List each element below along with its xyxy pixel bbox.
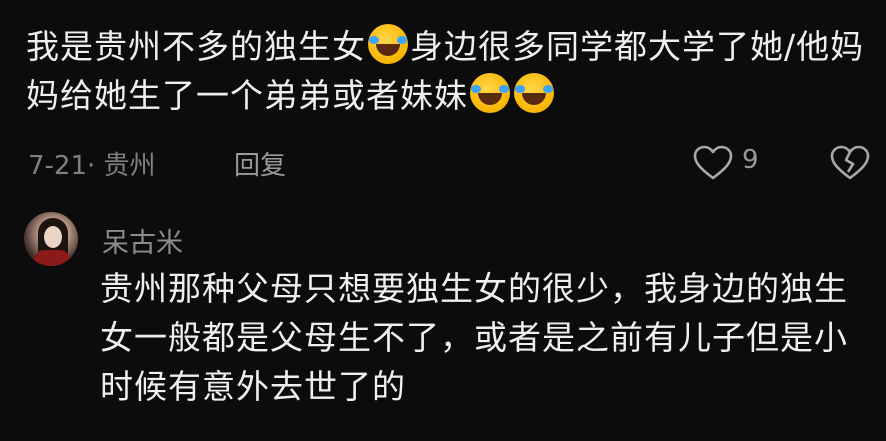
reply-button[interactable]: 回复: [234, 145, 286, 182]
comment-text: 我是贵州不多的独生女 身边很多同学都大学了她/他妈妈给她生了一个弟弟或者妹妹: [26, 22, 876, 120]
avatar-face: [44, 226, 62, 248]
reply-username[interactable]: 呆古米: [102, 221, 183, 260]
broken-heart-icon[interactable]: [830, 145, 870, 181]
face-with-tears-of-joy-icon: [470, 73, 510, 113]
heart-icon[interactable]: [693, 145, 733, 181]
avatar[interactable]: [24, 212, 78, 266]
comment-text-part1: 我是贵州不多的独生女: [26, 27, 366, 66]
comment-meta: 7-21· 贵州: [28, 151, 156, 181]
face-with-tears-of-joy-icon: [514, 73, 554, 113]
like-count: 9: [742, 145, 759, 175]
face-with-tears-of-joy-icon: [368, 24, 408, 64]
avatar-shirt: [34, 250, 70, 266]
reply-text: 贵州那种父母只想要独生女的很少，我身边的独生女一般都是父母生不了，或者是之前有儿…: [100, 269, 848, 406]
